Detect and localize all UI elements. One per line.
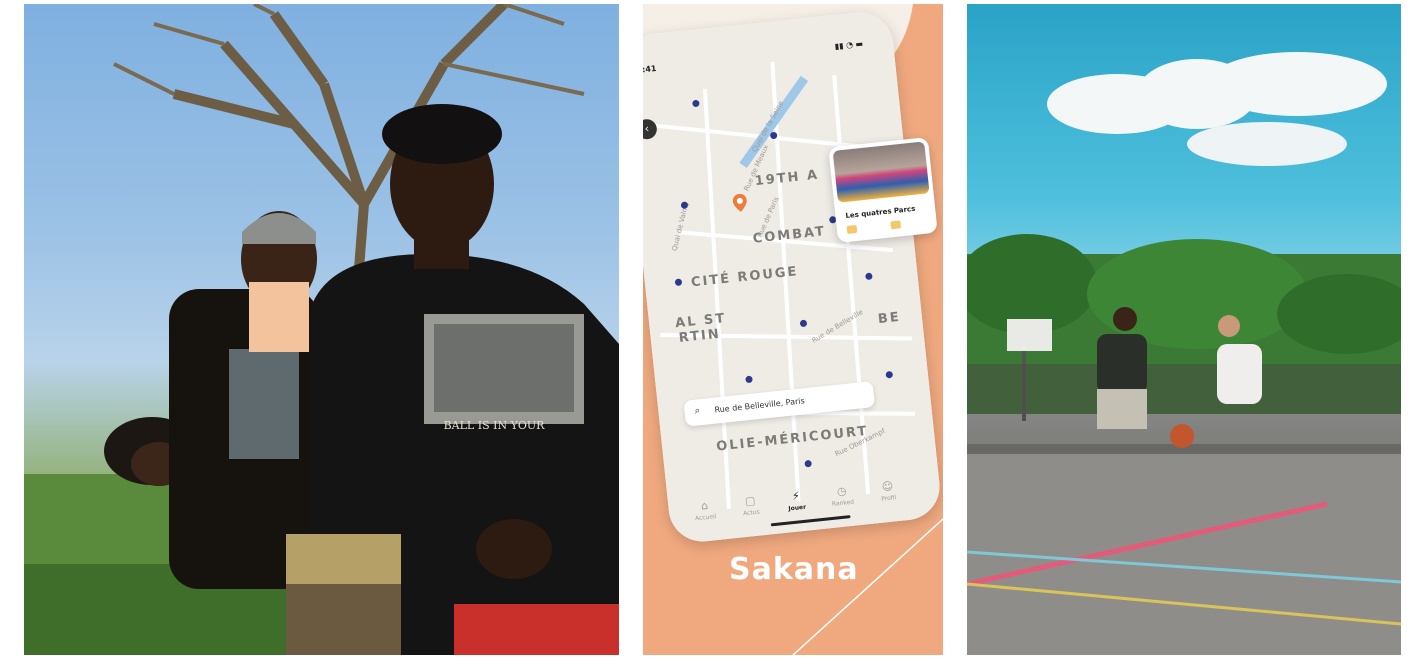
photo-basketball-players: BALL IS IN YOUR [24, 4, 619, 655]
tab-jouer[interactable]: ⚡ Jouer [773, 487, 819, 513]
sweatshirt-print: BALL IS IN YOUR [444, 419, 546, 432]
home-icon: ⌂ [700, 498, 709, 513]
rating-badge [846, 224, 858, 234]
photo-street-court [967, 4, 1401, 655]
tab-accueil[interactable]: ⌂ Accueil [682, 497, 728, 523]
tab-profil[interactable]: ☺ Profil [865, 478, 911, 504]
news-icon: ▢ [744, 493, 757, 508]
tab-ranked[interactable]: ◷ Ranked [819, 483, 865, 509]
phone-mockup: 9:41 ▮▮ ◔ ▬ ‹ 19TH A COMBAT CITÉ ROUGE A… [643, 9, 943, 545]
players-illustration: BALL IS IN YOUR [24, 4, 619, 655]
tab-actus[interactable]: ▢ Actus [728, 492, 774, 518]
app-promo: 9:41 ▮▮ ◔ ▬ ‹ 19TH A COMBAT CITÉ ROUGE A… [643, 4, 943, 655]
court-illustration [967, 52, 1401, 655]
search-icon: ⌕ [693, 405, 701, 417]
play-icon: ⚡ [791, 489, 801, 504]
profile-icon: ☺ [881, 479, 894, 494]
court-photo [832, 141, 930, 203]
rating-badge [890, 220, 902, 230]
clock-icon: ◷ [836, 484, 848, 499]
court-preview-card[interactable]: Les quatres Parcs [828, 137, 938, 243]
map-label-be: BE [877, 309, 902, 328]
court-name: Les quatres Parcs [845, 204, 916, 221]
map-view[interactable]: 9:41 ▮▮ ◔ ▬ ‹ 19TH A COMBAT CITÉ ROUGE A… [643, 9, 943, 545]
location-pin-icon[interactable] [732, 193, 748, 212]
search-value: Rue de Belleville, Paris [714, 396, 806, 415]
brand-wordmark: Sakana [729, 552, 859, 587]
